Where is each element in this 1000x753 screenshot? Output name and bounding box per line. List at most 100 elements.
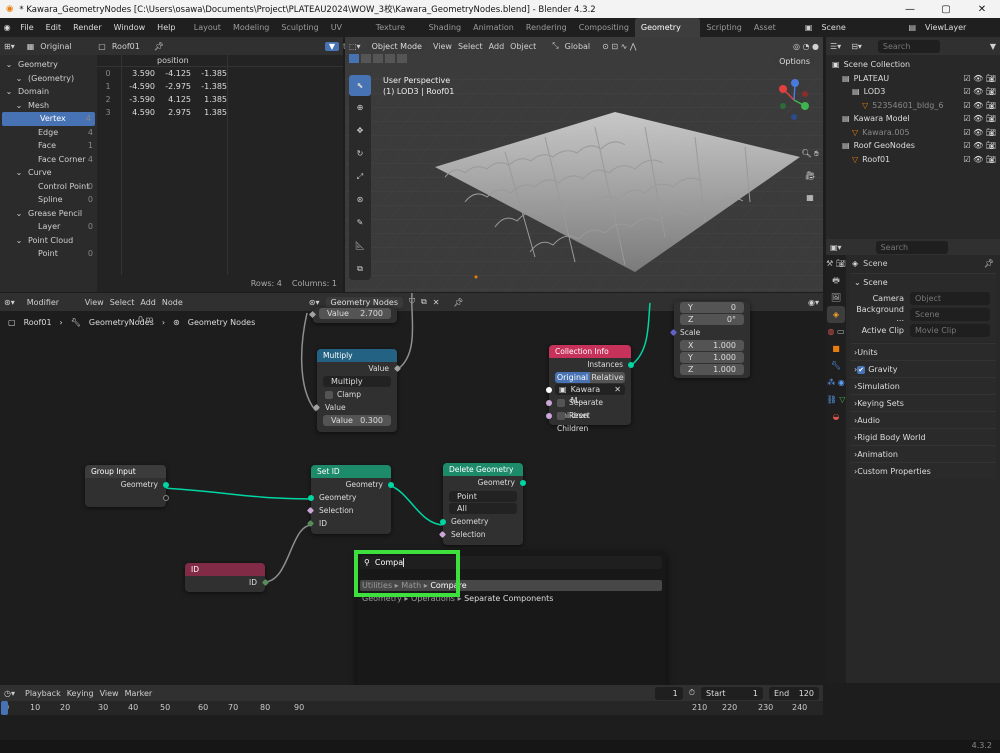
editor-type-icon[interactable]: ⊞▾: [4, 42, 15, 51]
eval-mode-dropdown[interactable]: Original: [40, 42, 92, 51]
pan-hand-icon[interactable]: ✋︎: [814, 143, 819, 165]
menu-help[interactable]: Help: [151, 23, 181, 32]
material-tab-icon[interactable]: ◒: [833, 408, 840, 425]
separate-children-checkbox[interactable]: [557, 399, 565, 407]
grid-view-icon[interactable]: ▦: [806, 187, 814, 209]
timeline-editor-icon[interactable]: ◷▾: [4, 689, 15, 698]
id-header[interactable]: ID: [185, 563, 265, 576]
menu-edit[interactable]: Edit: [40, 23, 68, 32]
menu-render[interactable]: Render: [67, 23, 107, 32]
stopwatch-icon[interactable]: ⏱: [689, 688, 695, 698]
properties-section[interactable]: › Rigid Body World: [850, 428, 996, 445]
data-tab-icon[interactable]: ▽: [839, 391, 845, 408]
annotate-tool-icon[interactable]: ✎: [349, 211, 371, 234]
select-subtract-icon[interactable]: [373, 54, 383, 63]
zoom-icon[interactable]: 🔍︎: [801, 143, 811, 165]
select-intersect-icon[interactable]: [397, 54, 407, 63]
domain-tree-item[interactable]: ⌄ Domain: [0, 85, 97, 99]
object-tab-icon[interactable]: ■: [832, 340, 840, 357]
domain-tree-item[interactable]: ⌄ Mesh: [0, 99, 97, 113]
group-input-header[interactable]: Group Input: [85, 465, 166, 478]
orientation-dropdown[interactable]: Global: [565, 42, 591, 51]
visibility-icons[interactable]: ☑ 👁︎ 📷︎: [963, 99, 996, 113]
scale-tool-icon[interactable]: ⤢: [349, 165, 371, 188]
domain-tree-item[interactable]: Face 1: [0, 139, 97, 153]
scene-tab-icon[interactable]: ◈: [827, 306, 845, 323]
add-cube-tool-icon[interactable]: ⧉: [349, 257, 371, 280]
tab-original[interactable]: Original: [555, 372, 590, 383]
value-top-field[interactable]: Value 2.700: [319, 308, 391, 319]
node-set-id[interactable]: Set ID Geometry Geometry Selection ID: [306, 465, 394, 534]
outliner-item[interactable]: ▣ Scene Collection: [826, 58, 1000, 72]
socket-set-id-id[interactable]: [306, 519, 315, 527]
socket-scale[interactable]: [669, 328, 678, 336]
viewport-options-button[interactable]: Options: [774, 56, 815, 67]
column-header-position[interactable]: position: [157, 56, 189, 65]
navigation-gizmo[interactable]: [769, 75, 819, 125]
delete-geometry-header[interactable]: Delete Geometry: [443, 463, 523, 476]
visibility-icons[interactable]: ☑ 👁︎ 📷︎: [963, 85, 996, 99]
properties-section[interactable]: › Keying Sets: [850, 394, 996, 411]
visibility-icons[interactable]: ☑ 👁︎ 📷︎: [963, 139, 996, 153]
socket-group-empty[interactable]: [163, 494, 169, 501]
domain-tree-item[interactable]: Edge 4: [0, 126, 97, 140]
tab-geometry-nodes[interactable]: Geometry Nodes: [634, 18, 701, 51]
viewport-menu-view[interactable]: View: [433, 42, 452, 51]
tool-tab-icon[interactable]: ⚒: [826, 255, 833, 272]
domain-tree-item[interactable]: ⌄ Point Cloud: [0, 234, 97, 248]
node-delete-geometry[interactable]: Delete Geometry Geometry Point All Geome…: [438, 463, 526, 545]
world-tab-icon[interactable]: ◍: [827, 323, 834, 340]
particles-tab-icon[interactable]: ⁂: [827, 374, 835, 391]
node-id[interactable]: ID ID: [185, 563, 270, 592]
display-mode-icon[interactable]: ⊟▾: [851, 42, 862, 51]
multiply-header[interactable]: Multiply: [317, 349, 397, 362]
filter-icon[interactable]: ▼: [325, 41, 339, 51]
domain-tree-item[interactable]: Layer 0: [0, 220, 97, 234]
separate-children-row[interactable]: Separate Children: [546, 396, 631, 420]
maximize-button[interactable]: ▢: [928, 4, 964, 15]
clamp-checkbox[interactable]: [325, 391, 333, 399]
3d-viewport[interactable]: ⬚▾ Object Mode View Select Add Object ⤡ …: [345, 37, 823, 292]
domain-tree-item[interactable]: Vertex 4: [2, 112, 95, 126]
set-id-header[interactable]: Set ID: [311, 465, 391, 478]
select-invert-icon[interactable]: [385, 54, 395, 63]
menu-window[interactable]: Window: [108, 23, 152, 32]
node-group-input[interactable]: Group Input Geometry: [85, 465, 169, 507]
start-frame-field[interactable]: Start 1: [701, 686, 763, 700]
domain-tree-item[interactable]: Control Point 0: [0, 180, 97, 194]
scene-selector[interactable]: Scene: [816, 21, 905, 34]
visibility-icons[interactable]: ☑ 👁︎ 📷︎: [963, 72, 996, 86]
select-tool-icon[interactable]: ⬉: [349, 75, 371, 96]
timeline-menu-marker[interactable]: Marker: [125, 689, 153, 698]
node-transform-partial[interactable]: Y0 Z 0° Scale X 1.000 Y 1.000 Z 1.000: [669, 301, 750, 378]
domain-tree-item[interactable]: Point 0: [0, 247, 97, 261]
section-scene[interactable]: ⌄ Scene: [850, 273, 996, 290]
properties-section[interactable]: › Animation: [850, 445, 996, 462]
properties-section[interactable]: › Simulation: [850, 377, 996, 394]
render-tab-icon[interactable]: 📷︎: [836, 255, 846, 272]
tab-modeling[interactable]: Modeling: [227, 18, 275, 37]
properties-search-input[interactable]: Search: [875, 240, 948, 254]
domain-tree-item[interactable]: ⌄ (Geometry): [0, 72, 97, 86]
camera-view-icon[interactable]: 🎥︎: [805, 165, 815, 187]
properties-section[interactable]: › Units: [850, 343, 996, 360]
playhead[interactable]: [1, 701, 8, 715]
viewport-menu-object[interactable]: Object: [510, 42, 536, 51]
select-extend-icon[interactable]: [361, 54, 371, 63]
tab-rendering[interactable]: Rendering: [520, 18, 573, 37]
output-tab-icon[interactable]: 🖶︎: [832, 272, 840, 289]
current-frame-field[interactable]: 1: [654, 686, 683, 700]
rot-z-field[interactable]: Z 0°: [680, 314, 744, 325]
properties-section[interactable]: › ✔ Gravity: [850, 360, 996, 377]
snap-icon[interactable]: ⊙ ⊡ ∿ ⋀: [602, 42, 636, 51]
socket-collection[interactable]: [546, 387, 552, 393]
socket-multiply-in[interactable]: [312, 403, 321, 411]
properties-editor-icon[interactable]: ▣▾: [830, 243, 842, 252]
timeline-menu-playback[interactable]: Playback: [25, 689, 61, 698]
socket-delete-out[interactable]: [520, 479, 526, 486]
close-window-button[interactable]: ✕: [964, 4, 1000, 15]
collection-info-header[interactable]: Collection Info: [549, 345, 631, 358]
cursor-tool-icon[interactable]: ⊕: [349, 96, 371, 119]
domain-tree-item[interactable]: Face Corner 4: [0, 153, 97, 167]
outliner-item[interactable]: ▽ 52354601_bldg_6 ☑ 👁︎ 📷︎: [826, 99, 1000, 113]
